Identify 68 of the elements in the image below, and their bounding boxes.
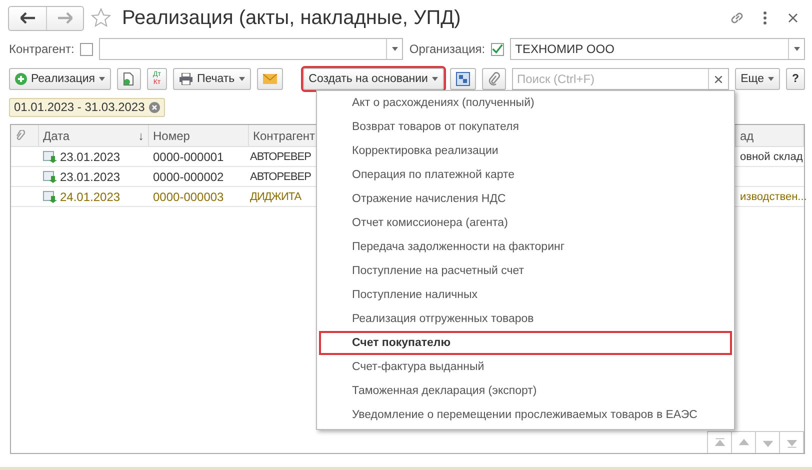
table-cell: 23.01.2023: [60, 150, 120, 164]
table-cell: 0000-000001: [149, 147, 249, 167]
filter-checkbox[interactable]: [80, 42, 94, 56]
caret-icon: [238, 77, 245, 81]
paperclip-icon: [488, 72, 500, 86]
search-field[interactable]: Поиск (Ctrl+F): [512, 68, 729, 90]
posted-document-icon: [43, 190, 57, 202]
filter-label: Контрагент:: [9, 42, 74, 56]
more-button[interactable]: Еще: [734, 68, 780, 90]
caret-icon: [99, 77, 105, 81]
menu-item[interactable]: Корректировка реализации: [319, 139, 732, 163]
menu-item[interactable]: Операция по платежной карте: [319, 163, 732, 187]
copy-button[interactable]: [117, 68, 141, 90]
menu-item[interactable]: Поступление наличных: [319, 283, 732, 307]
star-icon[interactable]: [90, 7, 112, 29]
email-button[interactable]: [256, 68, 283, 90]
menu-item[interactable]: Реализация отгруженных товаров: [319, 307, 732, 331]
document-plus-icon: [123, 72, 135, 86]
menu-item[interactable]: Счет покупателю: [319, 331, 732, 355]
sort-indicator: ↓: [138, 128, 144, 142]
period-filter[interactable]: 01.01.2023 - 31.03.2023: [9, 98, 165, 116]
create-button[interactable]: Реализация: [9, 68, 111, 90]
caret-icon: [768, 77, 774, 81]
remove-icon[interactable]: [148, 102, 160, 112]
column-header[interactable]: Дата ↓: [39, 125, 149, 147]
filter-label: Организация:: [409, 42, 486, 56]
close-icon: [714, 76, 722, 82]
menu-item[interactable]: Акт о расхождениях (полученный): [319, 91, 732, 115]
posted-document-icon: [43, 170, 57, 182]
create-based-on-button[interactable]: Создать на основании: [302, 68, 444, 90]
menu-item[interactable]: Счет-фактура выданный: [319, 355, 732, 379]
menu-item[interactable]: Уведомление о перемещении прослеживаемых товаров в ЕАЭС: [319, 403, 732, 427]
plus-icon: [15, 73, 27, 85]
table-cell: 23.01.2023: [60, 170, 120, 184]
column-header[interactable]: Контрагент: [249, 125, 317, 147]
table-cell: овной склад: [736, 147, 804, 167]
caret-icon: [432, 77, 438, 81]
filter-field[interactable]: ТЕХНОМИР ООО: [510, 38, 805, 60]
attachment-header[interactable]: [11, 125, 39, 147]
menu-item[interactable]: Отчет комиссионера (агента): [319, 211, 732, 235]
column-header[interactable]: ад: [736, 125, 804, 147]
menu-item[interactable]: Таможенная декларация (экспорт): [319, 379, 732, 403]
menu-item[interactable]: Передача задолженности на факторинг: [319, 235, 732, 259]
table-cell: 0000-000003: [149, 187, 249, 207]
grid-icon: [456, 72, 470, 86]
paperclip-icon: [15, 130, 25, 142]
print-button[interactable]: Печать: [172, 68, 251, 90]
arrow-right-icon: [57, 12, 73, 24]
menu-item[interactable]: Отражение начисления НДС: [319, 187, 732, 211]
menu-item[interactable]: Поступление на расчетный счет: [319, 259, 732, 283]
printer-icon: [178, 73, 193, 85]
caret-icon: [794, 47, 800, 51]
table-cell: 24.01.2023: [60, 190, 120, 204]
filter-checkbox[interactable]: [491, 42, 504, 56]
column-header[interactable]: Номер: [149, 125, 249, 147]
window-title: Реализация (акты, накладные, УПД): [122, 6, 462, 30]
filter-field[interactable]: [99, 38, 404, 60]
help-button[interactable]: ?: [786, 68, 805, 90]
table-cell: 0000-000002: [149, 167, 249, 187]
attach-button[interactable]: [482, 68, 506, 90]
table-cell: изводствен...: [736, 187, 804, 207]
caret-icon: [392, 47, 398, 51]
first-page-icon: [714, 436, 726, 448]
arrow-left-icon: [20, 12, 36, 24]
posted-document-icon: [43, 150, 57, 162]
menu-item[interactable]: Возврат товаров от покупателя: [319, 115, 732, 139]
structure-button[interactable]: [450, 68, 476, 90]
envelope-icon: [262, 74, 277, 84]
